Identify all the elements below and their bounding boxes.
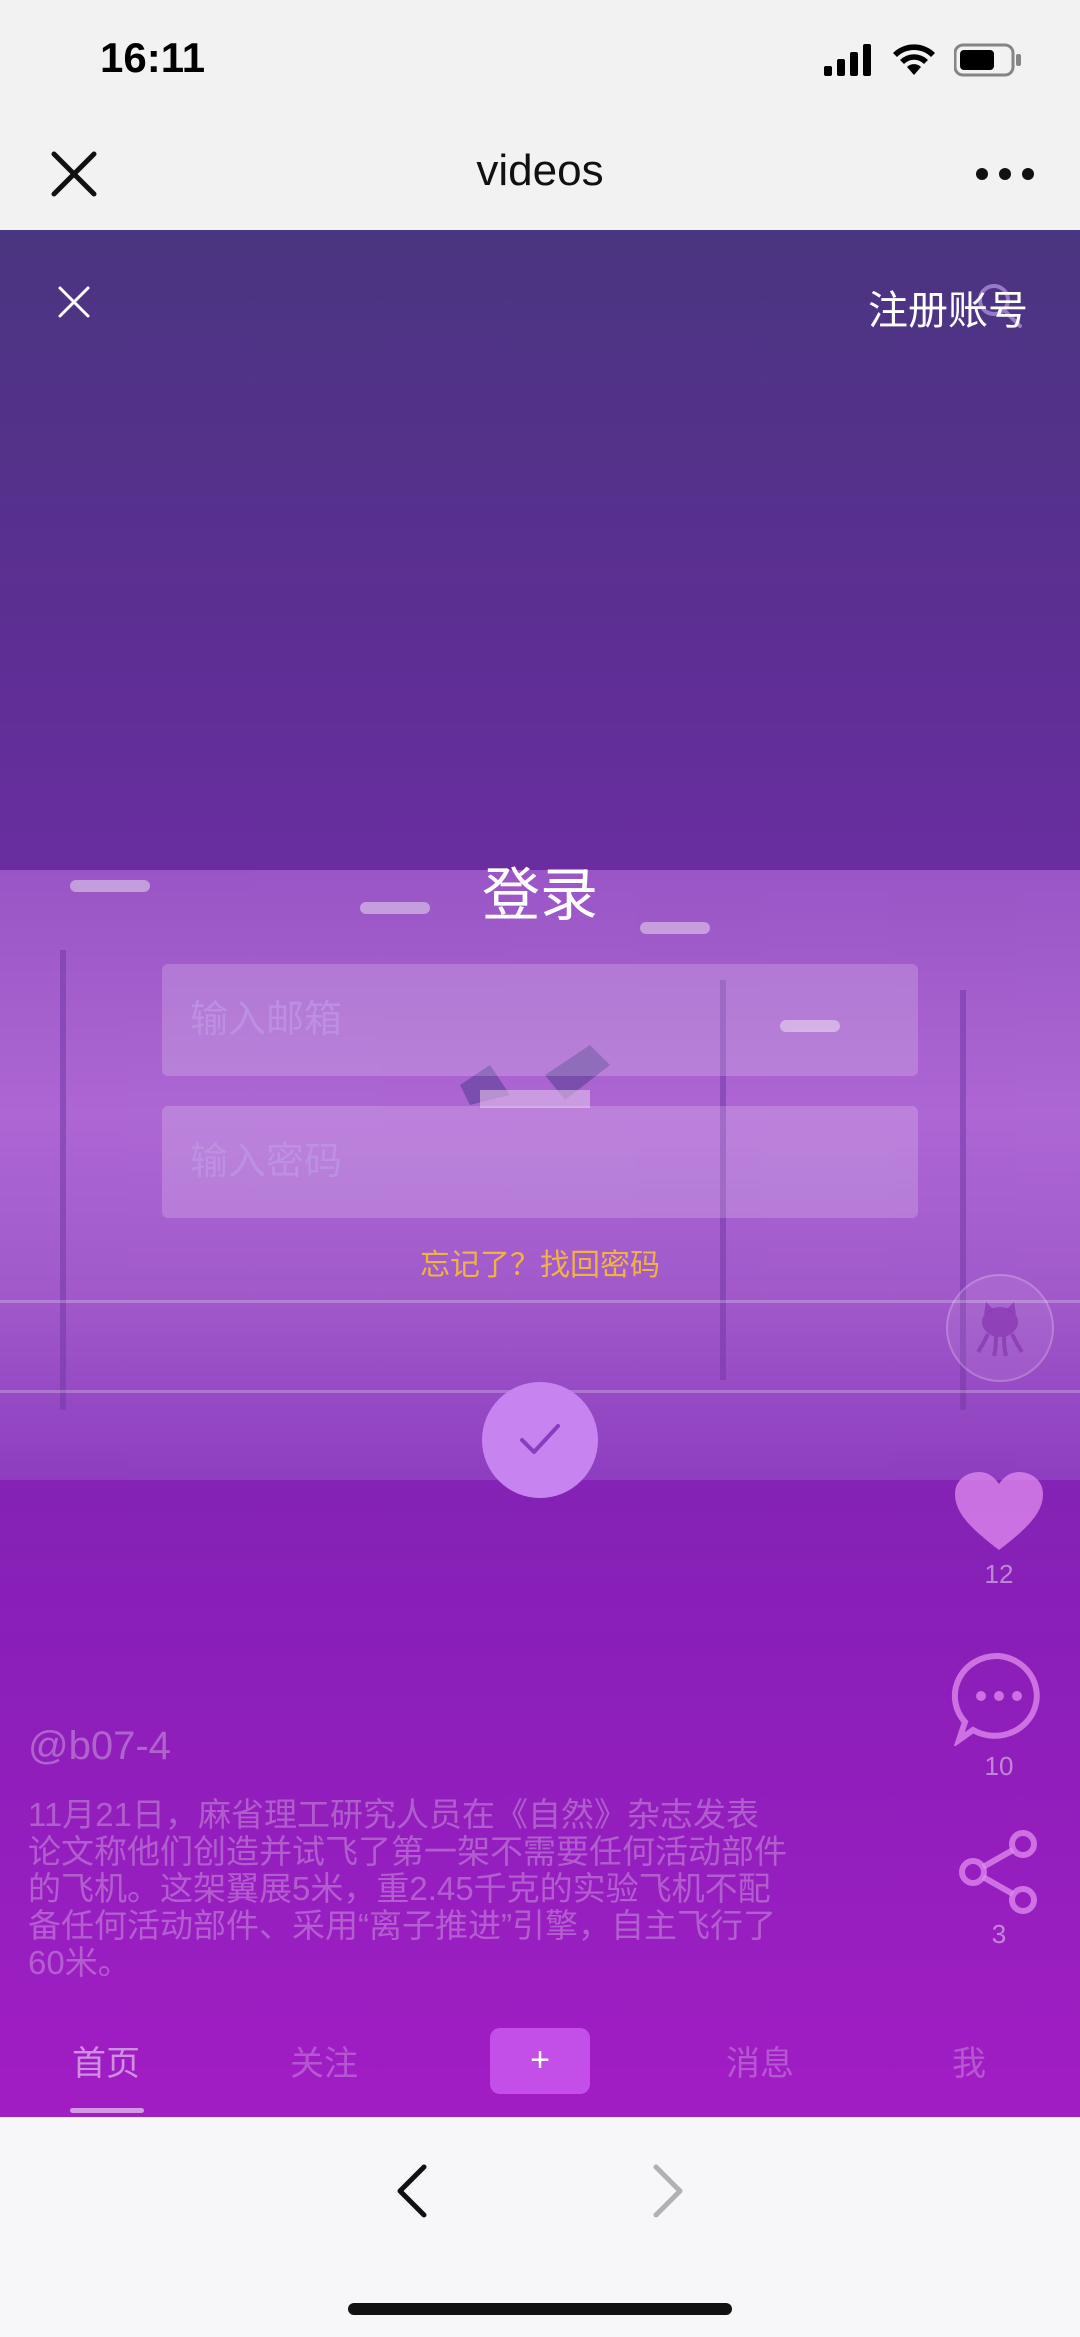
- pillar: [60, 950, 66, 1410]
- password-field[interactable]: [162, 1106, 918, 1218]
- comment-count: 10: [984, 1751, 1014, 1781]
- share-count: 3: [991, 1919, 1007, 1949]
- video-author[interactable]: @b07-4: [28, 1724, 171, 1769]
- register-button[interactable]: 注册账号: [868, 278, 1028, 336]
- tab-active-indicator: [70, 2108, 144, 2113]
- app-tab-bar: 首页 关注 + 消息 我: [0, 2016, 1080, 2117]
- floor-line: [0, 1300, 1080, 1303]
- more-icon[interactable]: [974, 154, 1036, 194]
- forward-icon[interactable]: [648, 2161, 688, 2221]
- browser-toolbar: [0, 2117, 1080, 2337]
- github-octocat-icon: [976, 1302, 1024, 1357]
- tab-home[interactable]: 首页: [72, 2036, 140, 2085]
- status-bar: 16:11: [0, 0, 1080, 118]
- submit-button[interactable]: [482, 1382, 598, 1498]
- wifi-icon: [893, 44, 935, 75]
- video-stage: 注册账号 登录 忘记了？找回密码 12 10: [0, 230, 1080, 2117]
- comment-action[interactable]: 10: [944, 1650, 1054, 1782]
- heart-icon[interactable]: [953, 1470, 1045, 1554]
- video-description: 11月21日，麻省理工研究人员在《自然》杂志发表论文称他们创造并试飞了第一架不需…: [28, 1796, 787, 1981]
- login-title: 登录: [481, 863, 598, 928]
- nav-bar: videos: [0, 118, 1080, 230]
- signal-icon: [824, 44, 871, 76]
- tab-follow[interactable]: 关注: [290, 2036, 358, 2085]
- home-indicator: [348, 2303, 732, 2315]
- forgot-password-link[interactable]: 忘记了？找回密码: [0, 1240, 1080, 1284]
- checkmark-icon: [520, 1424, 560, 1454]
- like-count: 12: [984, 1559, 1014, 1589]
- share-action[interactable]: 3: [944, 1830, 1054, 1950]
- back-icon[interactable]: [392, 2161, 432, 2221]
- battery-icon: [954, 43, 1021, 77]
- comment-icon[interactable]: [951, 1650, 1047, 1748]
- tab-me[interactable]: 我: [952, 2036, 986, 2085]
- like-action[interactable]: 12: [944, 1470, 1054, 1590]
- add-video-button[interactable]: +: [490, 2028, 590, 2094]
- email-field[interactable]: [162, 964, 918, 1076]
- author-avatar[interactable]: [946, 1274, 1054, 1382]
- close-overlay-icon[interactable]: [56, 284, 92, 320]
- page-title: videos: [476, 146, 604, 195]
- tab-messages[interactable]: 消息: [726, 2036, 794, 2085]
- status-icons: [824, 40, 1022, 80]
- share-icon[interactable]: [957, 1830, 1041, 1914]
- status-time: 16:11: [100, 34, 206, 81]
